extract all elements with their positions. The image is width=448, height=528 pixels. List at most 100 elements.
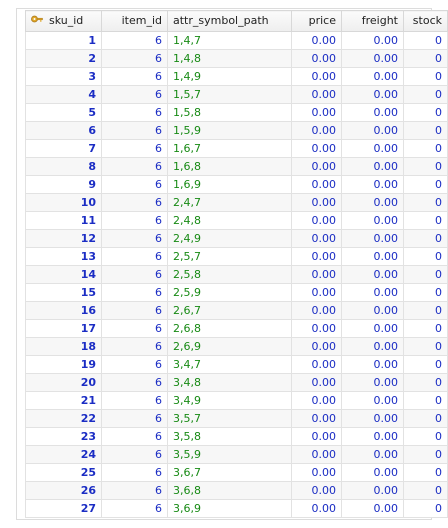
cell-item-id[interactable]: 6 (101, 427, 168, 446)
cell-price[interactable]: 0.00 (291, 301, 342, 320)
column-header-item-id[interactable]: item_id (101, 10, 168, 32)
cell-sku-id[interactable]: 22 (25, 409, 102, 428)
cell-stock[interactable]: 0 (403, 157, 448, 176)
cell-price[interactable]: 0.00 (291, 427, 342, 446)
table-row[interactable]: 25 6 3,6,7 0.00 0.00 0 (25, 463, 448, 482)
cell-sku-id[interactable]: 1 (25, 31, 102, 50)
cell-stock[interactable]: 0 (403, 373, 448, 392)
cell-price[interactable]: 0.00 (291, 355, 342, 374)
table-row[interactable]: 15 6 2,5,9 0.00 0.00 0 (25, 283, 448, 302)
cell-stock[interactable]: 0 (403, 31, 448, 50)
table-row[interactable]: 11 6 2,4,8 0.00 0.00 0 (25, 211, 448, 230)
cell-attr-symbol-path[interactable]: 1,4,7 (167, 31, 292, 50)
column-header-attr-symbol-path[interactable]: attr_symbol_path (167, 10, 292, 32)
cell-freight[interactable]: 0.00 (341, 355, 404, 374)
table-row[interactable]: 12 6 2,4,9 0.00 0.00 0 (25, 229, 448, 248)
cell-attr-symbol-path[interactable]: 2,6,9 (167, 337, 292, 356)
cell-sku-id[interactable]: 2 (25, 49, 102, 68)
cell-price[interactable]: 0.00 (291, 373, 342, 392)
cell-item-id[interactable]: 6 (101, 139, 168, 158)
cell-attr-symbol-path[interactable]: 2,5,7 (167, 247, 292, 266)
cell-stock[interactable]: 0 (403, 481, 448, 500)
table-row[interactable]: 10 6 2,4,7 0.00 0.00 0 (25, 193, 448, 212)
cell-price[interactable]: 0.00 (291, 283, 342, 302)
cell-stock[interactable]: 0 (403, 103, 448, 122)
table-row[interactable]: 18 6 2,6,9 0.00 0.00 0 (25, 337, 448, 356)
cell-item-id[interactable]: 6 (101, 103, 168, 122)
cell-freight[interactable]: 0.00 (341, 121, 404, 140)
cell-sku-id[interactable]: 8 (25, 157, 102, 176)
cell-sku-id[interactable]: 7 (25, 139, 102, 158)
cell-sku-id[interactable]: 5 (25, 103, 102, 122)
cell-item-id[interactable]: 6 (101, 265, 168, 284)
cell-stock[interactable]: 0 (403, 355, 448, 374)
cell-item-id[interactable]: 6 (101, 355, 168, 374)
table-row[interactable]: 19 6 3,4,7 0.00 0.00 0 (25, 355, 448, 374)
cell-sku-id[interactable]: 14 (25, 265, 102, 284)
cell-item-id[interactable]: 6 (101, 67, 168, 86)
cell-price[interactable]: 0.00 (291, 31, 342, 50)
table-row[interactable]: 6 6 1,5,9 0.00 0.00 0 (25, 121, 448, 140)
cell-sku-id[interactable]: 23 (25, 427, 102, 446)
cell-attr-symbol-path[interactable]: 1,4,8 (167, 49, 292, 68)
cell-price[interactable]: 0.00 (291, 121, 342, 140)
cell-freight[interactable]: 0.00 (341, 427, 404, 446)
cell-freight[interactable]: 0.00 (341, 319, 404, 338)
cell-stock[interactable]: 0 (403, 175, 448, 194)
cell-freight[interactable]: 0.00 (341, 157, 404, 176)
cell-item-id[interactable]: 6 (101, 85, 168, 104)
cell-price[interactable]: 0.00 (291, 391, 342, 410)
cell-item-id[interactable]: 6 (101, 193, 168, 212)
cell-attr-symbol-path[interactable]: 3,5,9 (167, 445, 292, 464)
cell-price[interactable]: 0.00 (291, 265, 342, 284)
column-header-price[interactable]: price (291, 10, 342, 32)
cell-attr-symbol-path[interactable]: 1,5,8 (167, 103, 292, 122)
cell-freight[interactable]: 0.00 (341, 211, 404, 230)
cell-freight[interactable]: 0.00 (341, 265, 404, 284)
cell-freight[interactable]: 0.00 (341, 499, 404, 518)
cell-attr-symbol-path[interactable]: 1,6,7 (167, 139, 292, 158)
cell-item-id[interactable]: 6 (101, 121, 168, 140)
cell-sku-id[interactable]: 25 (25, 463, 102, 482)
cell-attr-symbol-path[interactable]: 1,5,9 (167, 121, 292, 140)
cell-freight[interactable]: 0.00 (341, 283, 404, 302)
table-row[interactable]: 7 6 1,6,7 0.00 0.00 0 (25, 139, 448, 158)
cell-sku-id[interactable]: 24 (25, 445, 102, 464)
cell-item-id[interactable]: 6 (101, 337, 168, 356)
cell-attr-symbol-path[interactable]: 2,5,9 (167, 283, 292, 302)
cell-freight[interactable]: 0.00 (341, 247, 404, 266)
cell-item-id[interactable]: 6 (101, 247, 168, 266)
cell-price[interactable]: 0.00 (291, 157, 342, 176)
table-row[interactable]: 21 6 3,4,9 0.00 0.00 0 (25, 391, 448, 410)
cell-price[interactable]: 0.00 (291, 409, 342, 428)
cell-price[interactable]: 0.00 (291, 229, 342, 248)
cell-freight[interactable]: 0.00 (341, 373, 404, 392)
cell-attr-symbol-path[interactable]: 1,6,8 (167, 157, 292, 176)
cell-item-id[interactable]: 6 (101, 409, 168, 428)
column-header-sku-id[interactable]: sku_id (25, 10, 102, 32)
cell-price[interactable]: 0.00 (291, 247, 342, 266)
table-row[interactable]: 27 6 3,6,9 0.00 0.00 0 (25, 499, 448, 518)
cell-price[interactable]: 0.00 (291, 499, 342, 518)
cell-stock[interactable]: 0 (403, 49, 448, 68)
table-row[interactable]: 20 6 3,4,8 0.00 0.00 0 (25, 373, 448, 392)
table-row[interactable]: 4 6 1,5,7 0.00 0.00 0 (25, 85, 448, 104)
cell-price[interactable]: 0.00 (291, 211, 342, 230)
cell-sku-id[interactable]: 6 (25, 121, 102, 140)
cell-item-id[interactable]: 6 (101, 319, 168, 338)
cell-item-id[interactable]: 6 (101, 31, 168, 50)
cell-stock[interactable]: 0 (403, 463, 448, 482)
cell-stock[interactable]: 0 (403, 301, 448, 320)
cell-stock[interactable]: 0 (403, 211, 448, 230)
cell-price[interactable]: 0.00 (291, 175, 342, 194)
cell-price[interactable]: 0.00 (291, 445, 342, 464)
cell-freight[interactable]: 0.00 (341, 337, 404, 356)
cell-freight[interactable]: 0.00 (341, 139, 404, 158)
cell-attr-symbol-path[interactable]: 3,6,7 (167, 463, 292, 482)
table-row[interactable]: 23 6 3,5,8 0.00 0.00 0 (25, 427, 448, 446)
cell-price[interactable]: 0.00 (291, 463, 342, 482)
cell-attr-symbol-path[interactable]: 1,6,9 (167, 175, 292, 194)
table-row[interactable]: 13 6 2,5,7 0.00 0.00 0 (25, 247, 448, 266)
table-row[interactable]: 9 6 1,6,9 0.00 0.00 0 (25, 175, 448, 194)
cell-attr-symbol-path[interactable]: 3,4,8 (167, 373, 292, 392)
